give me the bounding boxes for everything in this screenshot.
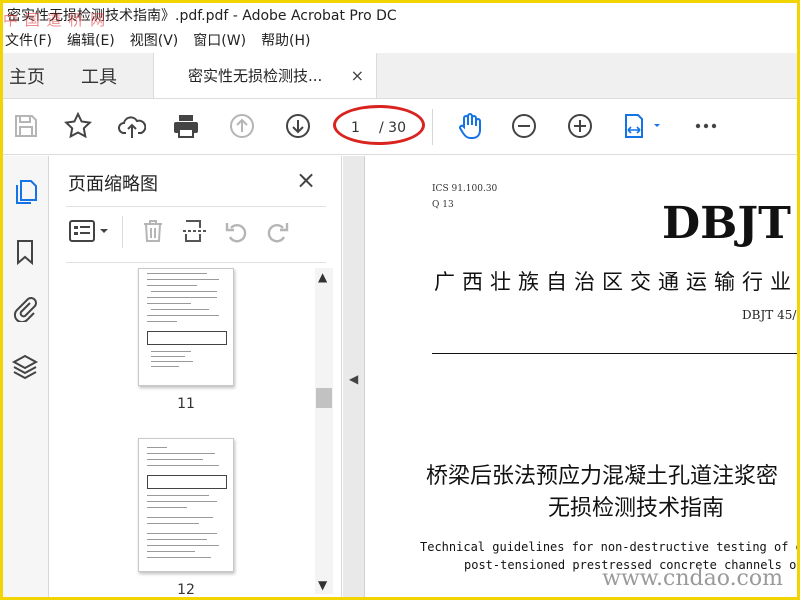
doc-organization: 广西壮族自治区交通运输行业 <box>434 270 797 294</box>
tab-tools[interactable]: 工具 <box>77 53 121 98</box>
thumbnail-page-number: 12 <box>177 582 195 598</box>
panel-divider <box>66 206 326 207</box>
toolbar: 1 / 30 <box>3 99 797 155</box>
menu-edit[interactable]: 编辑(E) <box>65 30 124 50</box>
rotate-right-icon[interactable] <box>264 218 292 246</box>
insert-page-icon[interactable] <box>182 218 210 246</box>
close-tab-icon[interactable]: × <box>351 66 364 85</box>
left-rail <box>3 156 49 597</box>
next-page-icon[interactable] <box>283 111 313 141</box>
panel-divider <box>66 262 326 263</box>
more-icon[interactable] <box>691 111 721 141</box>
star-icon[interactable] <box>63 111 93 141</box>
print-icon[interactable] <box>171 111 201 141</box>
panel-tool-divider <box>122 216 123 248</box>
thumbnail-scrollbar[interactable]: ▲ ▼ <box>315 268 333 594</box>
save-icon[interactable] <box>11 111 41 141</box>
tab-document-label: 密实性无损检测技... <box>188 67 323 85</box>
menu-file[interactable]: 文件(F) <box>3 30 61 50</box>
doc-q-code: Q 13 <box>432 200 454 210</box>
scrollbar-thumb[interactable] <box>316 388 332 408</box>
delete-icon[interactable] <box>140 218 168 246</box>
menu-view[interactable]: 视图(V) <box>128 30 188 50</box>
doc-title-line2: 无损检测技术指南 <box>548 496 725 521</box>
window-title-bar: 密实性无损检测技术指南》.pdf.pdf - Adobe Acrobat Pro… <box>3 3 797 27</box>
scroll-up-icon[interactable]: ▲ <box>318 270 327 284</box>
doc-english-title-line1: Technical guidelines for non-destructive… <box>420 540 797 554</box>
tab-bar: 主页 工具 密实性无损检测技... × <box>3 53 797 99</box>
menu-window[interactable]: 窗口(W) <box>191 30 255 50</box>
document-view: ICS 91.100.30 Q 13 DBJT 广西壮族自治区交通运输行业 DB… <box>366 156 797 597</box>
bookmark-icon[interactable] <box>11 238 39 266</box>
page-thumbnail-11[interactable] <box>138 268 234 386</box>
prev-page-icon[interactable] <box>227 111 257 141</box>
watermark-bottom: www.cndao.com <box>602 566 783 591</box>
collapse-arrow-icon[interactable]: ◀ <box>349 372 358 386</box>
tab-home[interactable]: 主页 <box>5 53 49 98</box>
doc-standard-prefix: DBJT <box>662 198 791 249</box>
thumbnail-panel: 页面缩略图 × 11 12 ▲ ▼ <box>50 156 342 598</box>
attachment-icon[interactable] <box>11 294 39 324</box>
doc-title-line1: 桥梁后张法预应力混凝土孔道注浆密 <box>426 464 779 489</box>
fit-page-icon[interactable] <box>619 111 665 141</box>
scroll-down-icon[interactable]: ▼ <box>318 578 327 592</box>
panel-title: 页面缩略图 <box>68 174 158 195</box>
hand-icon[interactable] <box>455 111 485 141</box>
pages-icon[interactable] <box>11 178 39 206</box>
current-page-input[interactable]: 1 <box>351 120 360 136</box>
rotate-left-icon[interactable] <box>224 218 252 246</box>
doc-divider <box>432 353 797 354</box>
zoom-out-icon[interactable] <box>509 111 539 141</box>
thumbnail-page-number: 11 <box>177 396 195 412</box>
toolbar-divider <box>432 109 433 145</box>
layers-icon[interactable] <box>11 352 39 380</box>
menu-help[interactable]: 帮助(H) <box>259 30 319 50</box>
close-panel-icon[interactable]: × <box>296 166 316 194</box>
page-navigator[interactable]: 1 / 30 <box>333 105 427 145</box>
window-title: 密实性无损检测技术指南》.pdf.pdf - Adobe Acrobat Pro… <box>7 8 397 24</box>
page-thumbnail-12[interactable] <box>138 438 234 572</box>
upload-icon[interactable] <box>117 111 147 141</box>
menu-bar: 文件(F) 编辑(E) 视图(V) 窗口(W) 帮助(H) <box>3 27 797 53</box>
panel-collapse-strip: ◀ <box>343 156 365 597</box>
total-pages: / 30 <box>379 120 406 136</box>
tab-document[interactable]: 密实性无损检测技... × <box>153 53 377 98</box>
thumbnail-options-icon[interactable] <box>68 218 112 246</box>
doc-standard-code: DBJT 45/ <box>742 308 797 322</box>
zoom-in-icon[interactable] <box>565 111 595 141</box>
doc-ics-code: ICS 91.100.30 <box>432 184 498 194</box>
